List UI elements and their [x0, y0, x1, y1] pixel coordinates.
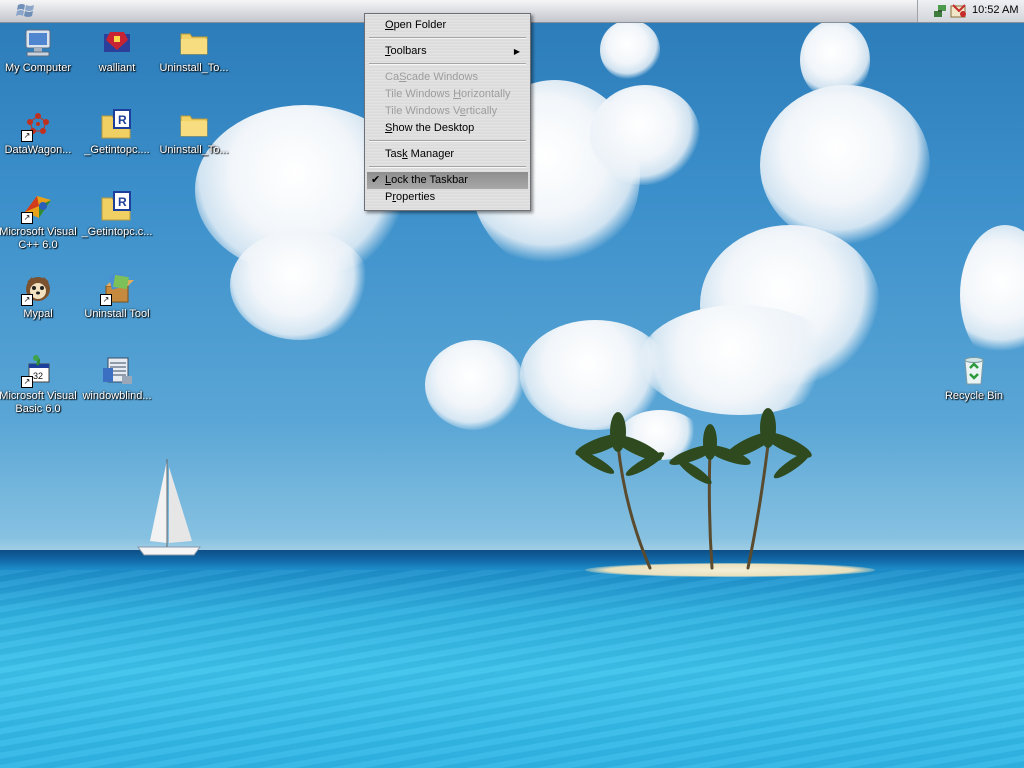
checkmark-icon: ✔: [371, 174, 381, 186]
icon-label: Uninstall_To...: [159, 62, 229, 74]
visual-cpp-icon: ↗: [21, 190, 55, 224]
menu-item-show-desktop[interactable]: Show the Desktop: [367, 120, 528, 137]
icon-label: My Computer: [4, 62, 72, 74]
visual-basic-icon: 32 ↗: [21, 354, 55, 388]
winrar-archive-icon: R: [100, 108, 134, 142]
menu-item-tile-vertically[interactable]: Tile Windows Vertically: [367, 103, 528, 120]
icon-label: _Getintopc....: [84, 144, 150, 156]
icon-label: Uninstall_To...: [159, 144, 229, 156]
submenu-arrow-icon: ▶: [513, 47, 520, 56]
icon-label: Uninstall Tool: [84, 308, 150, 320]
menu-item-toolbars[interactable]: Toolbars ▶: [367, 43, 528, 60]
cloud: [425, 340, 525, 430]
folder-icon: [177, 108, 211, 142]
svg-text:R: R: [118, 113, 127, 127]
desktop-icon-walliant[interactable]: walliant: [77, 26, 157, 75]
menu-item-open-folder[interactable]: Open Folder: [367, 17, 528, 34]
svg-text:32: 32: [33, 371, 43, 381]
winrar-archive-icon: R: [100, 190, 134, 224]
icon-label: Mypal: [23, 308, 53, 320]
shortcut-arrow-icon: ↗: [100, 294, 112, 306]
menu-item-label: operties: [396, 191, 436, 203]
menu-item-tile-horizontally[interactable]: Tile Windows Horizontally: [367, 86, 528, 103]
menu-item-label-prefix: Tas: [385, 148, 403, 160]
menu-accelerator: O: [385, 19, 394, 31]
shortcut-arrow-icon: ↗: [21, 130, 33, 142]
menu-item-label: Manager: [407, 148, 455, 160]
cloud: [760, 85, 930, 245]
desktop-icon-getintopc-2[interactable]: R _Getintopc.c...: [77, 190, 157, 239]
menu-item-task-manager[interactable]: Task Manager: [367, 146, 528, 163]
menu-item-label: pen Folder: [393, 19, 447, 31]
uninstall-tool-icon: ↗: [100, 272, 134, 306]
icon-label: Recycle Bin: [944, 390, 1004, 402]
cloud: [640, 305, 840, 415]
menu-separator: [369, 63, 526, 65]
menu-item-label: orizontally: [461, 88, 511, 100]
cloud: [230, 230, 370, 340]
clock[interactable]: 10:52 AM: [972, 4, 1018, 16]
icon-label: DataWagon...: [4, 144, 72, 156]
recycle-bin-icon: [957, 354, 991, 388]
icon-label-line-2: Basic 6.0: [15, 403, 61, 415]
taskbar-context-menu: Open Folder Toolbars ▶ CaScade Windows T…: [364, 13, 531, 211]
menu-item-label: oolbars: [390, 45, 427, 57]
menu-item-label: rtically: [465, 105, 498, 117]
datawagon-icon: ↗: [21, 108, 55, 142]
icon-label-line-2: C++ 6.0: [18, 239, 58, 251]
network-icon[interactable]: [932, 3, 948, 22]
shortcut-arrow-icon: ↗: [21, 212, 33, 224]
desktop-icon-ms-visual-cpp[interactable]: ↗ Microsoft Visual C++ 6.0: [0, 190, 78, 252]
menu-item-properties[interactable]: Properties: [367, 189, 528, 206]
desktop-icon-recycle-bin[interactable]: Recycle Bin: [934, 354, 1014, 403]
icon-label: walliant: [98, 62, 136, 74]
cloud: [800, 20, 870, 100]
menu-item-lock-taskbar[interactable]: ✔ Lock the Taskbar: [367, 172, 528, 189]
svg-text:R: R: [118, 195, 127, 209]
desktop-icon-my-computer[interactable]: My Computer: [0, 26, 78, 75]
desktop-icon-mypal[interactable]: ↗ Mypal: [0, 272, 78, 321]
menu-item-label: ock the Taskbar: [391, 174, 468, 186]
menu-item-label-prefix: Tile Windows: [385, 88, 454, 100]
cloud: [600, 20, 660, 80]
desktop-icon-uninstall-to-2[interactable]: Uninstall_To...: [154, 108, 234, 157]
menu-item-cascade-windows[interactable]: CaScade Windows: [367, 69, 528, 86]
icon-label: windowblind...: [82, 390, 152, 402]
walliant-icon: [100, 26, 134, 60]
menu-item-label: how the Desktop: [392, 122, 475, 134]
windows-flag-icon[interactable]: [14, 2, 38, 20]
desktop-icon-ms-visual-basic[interactable]: 32 ↗ Microsoft Visual Basic 6.0: [0, 354, 78, 416]
menu-separator: [369, 140, 526, 142]
palm-trees: [575, 408, 812, 570]
desktop-icon-uninstall-to-1[interactable]: Uninstall_To...: [154, 26, 234, 75]
sailboat: [137, 459, 201, 556]
desktop-icon-windowblinds[interactable]: windowblind...: [77, 354, 157, 403]
computer-icon: [21, 26, 55, 60]
desktop-icon-getintopc-1[interactable]: R _Getintopc....: [77, 108, 157, 157]
system-tray: 10:52 AM: [917, 0, 1024, 22]
desktop-icon-datawagon[interactable]: ↗ DataWagon...: [0, 108, 78, 157]
menu-accelerator: H: [453, 88, 462, 100]
desktop-icon-uninstall-tool[interactable]: ↗ Uninstall Tool: [77, 272, 157, 321]
ocean: [0, 550, 1024, 768]
windowblinds-icon: [100, 354, 134, 388]
cloud: [960, 225, 1024, 365]
folder-icon: [177, 26, 211, 60]
shortcut-arrow-icon: ↗: [21, 294, 33, 306]
shortcut-arrow-icon: ↗: [21, 376, 33, 388]
menu-item-label: cade Windows: [406, 71, 478, 83]
cloud: [590, 85, 700, 185]
icon-label-line-1: Microsoft Visual: [0, 390, 77, 402]
mypal-browser-icon: ↗: [21, 272, 55, 306]
system-tray-app-icon[interactable]: [950, 3, 968, 22]
menu-item-label-prefix: Tile Windows V: [385, 105, 460, 117]
icon-label-line-1: Microsoft Visual: [0, 226, 77, 238]
menu-separator: [369, 37, 526, 39]
menu-separator: [369, 166, 526, 168]
menu-item-label-prefix: Ca: [385, 71, 400, 83]
icon-label: _Getintopc.c...: [81, 226, 153, 238]
